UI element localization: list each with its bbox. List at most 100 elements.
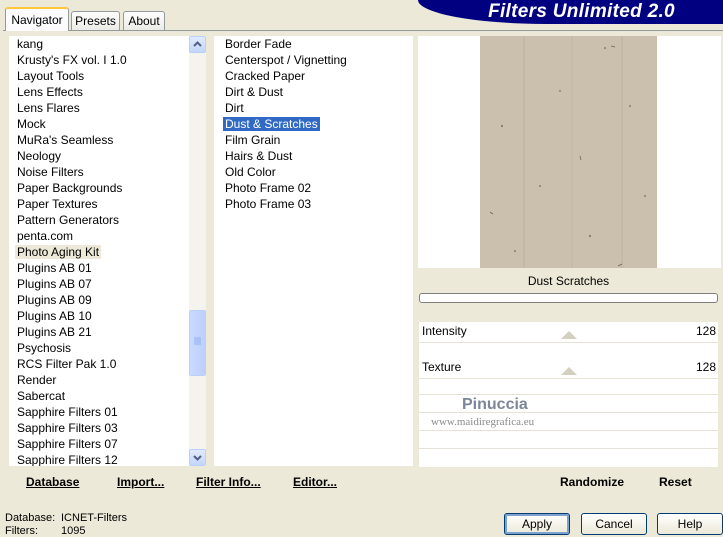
category-item-label: Noise Filters xyxy=(17,165,84,179)
separator xyxy=(419,448,718,449)
category-item[interactable]: kang xyxy=(15,36,45,52)
category-item[interactable]: Plugins AB 21 xyxy=(15,324,94,340)
category-item[interactable]: Lens Effects xyxy=(15,84,85,100)
scroll-thumb[interactable] xyxy=(189,310,206,376)
separator xyxy=(419,378,718,379)
filter-item[interactable]: Cracked Paper xyxy=(223,68,307,84)
database-button[interactable]: Database xyxy=(26,475,79,489)
category-item[interactable]: Pattern Generators xyxy=(15,212,121,228)
category-item[interactable]: Plugins AB 10 xyxy=(15,308,94,324)
category-item-label: Sapphire Filters 01 xyxy=(17,405,118,419)
intensity-thumb[interactable] xyxy=(561,331,577,339)
filter-item-label: Border Fade xyxy=(225,37,292,51)
category-item-label: Pattern Generators xyxy=(17,213,120,227)
category-item[interactable]: Plugins AB 01 xyxy=(15,260,94,276)
filters-count-value: 1095 xyxy=(61,525,86,537)
category-item[interactable]: Sapphire Filters 07 xyxy=(15,436,120,452)
editor-button[interactable]: Editor... xyxy=(293,475,337,489)
category-item[interactable]: Paper Textures xyxy=(15,196,100,212)
category-item-label: Render xyxy=(17,373,57,387)
category-item-label: Sapphire Filters 12 xyxy=(17,453,118,466)
category-item-label: Sapphire Filters 07 xyxy=(17,437,118,451)
filter-item[interactable]: Photo Frame 03 xyxy=(223,196,313,212)
randomize-button[interactable]: Randomize xyxy=(560,475,624,489)
category-item[interactable]: penta.com xyxy=(15,228,75,244)
category-item[interactable]: Photo Aging Kit xyxy=(15,244,102,260)
filter-item-label: Dirt xyxy=(225,101,244,115)
filter-item[interactable]: Border Fade xyxy=(223,36,294,52)
category-item[interactable]: Plugins AB 09 xyxy=(15,292,94,308)
tab-presets[interactable]: Presets xyxy=(71,11,120,30)
category-item-label: RCS Filter Pak 1.0 xyxy=(17,357,117,371)
texture-thumb[interactable] xyxy=(561,367,577,375)
separator xyxy=(419,394,718,395)
category-item[interactable]: Layout Tools xyxy=(15,68,86,84)
category-item-label: MuRa's Seamless xyxy=(17,133,114,147)
intensity-value: 128 xyxy=(695,324,716,338)
category-item[interactable]: Sapphire Filters 01 xyxy=(15,404,120,420)
watermark-url: www.maidiregrafica.eu xyxy=(431,416,535,428)
apply-button[interactable]: Apply xyxy=(504,513,570,535)
category-item[interactable]: Plugins AB 07 xyxy=(15,276,94,292)
category-item-label: Krusty's FX vol. I 1.0 xyxy=(17,53,127,67)
category-item[interactable]: Noise Filters xyxy=(15,164,86,180)
category-item[interactable]: Paper Backgrounds xyxy=(15,180,124,196)
category-scrollbar[interactable] xyxy=(189,36,206,466)
filters-count-label: Filters: xyxy=(5,525,38,537)
filter-item[interactable]: Old Color xyxy=(223,164,278,180)
preview-panel xyxy=(418,36,721,268)
category-item-label: Psychosis xyxy=(17,341,72,355)
cancel-button[interactable]: Cancel xyxy=(581,513,647,535)
category-item[interactable]: Krusty's FX vol. I 1.0 xyxy=(15,52,129,68)
texture-label: Texture xyxy=(422,360,462,374)
category-item[interactable]: Sapphire Filters 03 xyxy=(15,420,120,436)
progress-bar xyxy=(419,293,718,303)
scroll-up-button[interactable] xyxy=(189,36,206,53)
scroll-down-button[interactable] xyxy=(189,449,206,466)
category-item[interactable]: RCS Filter Pak 1.0 xyxy=(15,356,118,372)
filter-item[interactable]: Hairs & Dust xyxy=(223,148,294,164)
filter-info-button[interactable]: Filter Info... xyxy=(196,475,261,489)
category-item[interactable]: Sabercat xyxy=(15,388,67,404)
category-item[interactable]: Neology xyxy=(15,148,63,164)
category-item-label: Photo Aging Kit xyxy=(15,245,102,259)
help-button[interactable]: Help xyxy=(657,513,723,535)
filter-item-label: Dirt & Dust xyxy=(225,85,284,99)
category-item-label: Neology xyxy=(17,149,62,163)
filter-item-label: Cracked Paper xyxy=(225,69,306,83)
filter-item[interactable]: Photo Frame 02 xyxy=(223,180,313,196)
category-item[interactable]: Sapphire Filters 12 xyxy=(15,452,120,466)
category-item[interactable]: MuRa's Seamless xyxy=(15,132,115,148)
separator xyxy=(419,342,718,343)
category-item[interactable]: Psychosis xyxy=(15,340,73,356)
filter-item-label: Film Grain xyxy=(225,133,281,147)
filter-item[interactable]: Film Grain xyxy=(223,132,282,148)
filter-item[interactable]: Dust & Scratches xyxy=(223,116,320,132)
filter-item[interactable]: Dirt xyxy=(223,100,246,116)
texture-slider[interactable]: Texture 128 xyxy=(419,358,718,394)
category-item-label: Plugins AB 01 xyxy=(17,261,92,275)
category-item[interactable]: Lens Flares xyxy=(15,100,82,116)
filter-list[interactable]: Border Fade Centerspot / Vignetting Cracke… xyxy=(214,36,413,466)
chevron-up-icon xyxy=(193,41,202,47)
tab-about[interactable]: About xyxy=(123,11,165,30)
category-item-label: Sapphire Filters 03 xyxy=(17,421,118,435)
category-item[interactable]: Mock xyxy=(15,116,48,132)
filter-item[interactable]: Centerspot / Vignetting xyxy=(223,52,349,68)
chevron-down-icon xyxy=(193,455,202,461)
reset-button[interactable]: Reset xyxy=(659,475,692,489)
category-item-label: Lens Effects xyxy=(17,85,83,99)
texture-value: 128 xyxy=(695,360,716,374)
tab-strip-border xyxy=(3,30,723,31)
category-list[interactable]: kang Krusty's FX vol. I 1.0 Layout Tools Le… xyxy=(9,36,189,466)
filter-item-label: Centerspot / Vignetting xyxy=(225,53,347,67)
category-item-label: Plugins AB 09 xyxy=(17,293,92,307)
intensity-slider[interactable]: Intensity 128 xyxy=(419,322,718,358)
category-item-label: Layout Tools xyxy=(17,69,85,83)
filter-item[interactable]: Dirt & Dust xyxy=(223,84,285,100)
database-status-value: ICNET-Filters xyxy=(61,512,127,524)
tab-navigator[interactable]: Navigator xyxy=(5,7,69,31)
category-item[interactable]: Render xyxy=(15,372,58,388)
grip-icon xyxy=(194,337,201,345)
import-button[interactable]: Import... xyxy=(117,475,164,489)
